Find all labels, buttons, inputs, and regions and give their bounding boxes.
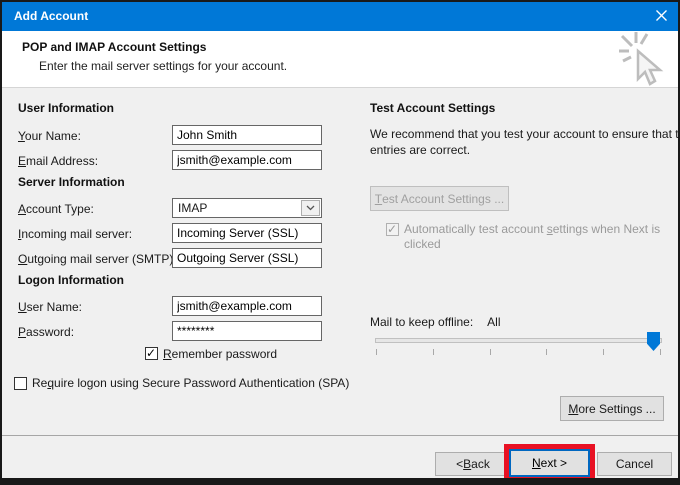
user-name-input[interactable]	[172, 296, 322, 316]
titlebar: Add Account	[2, 2, 678, 31]
page-subtitle: Enter the mail server settings for your …	[39, 59, 287, 73]
password-label: Password:	[18, 325, 74, 339]
incoming-server-label: Incoming mail server:	[18, 227, 132, 241]
slider-tick	[376, 349, 377, 355]
chevron-down-icon[interactable]	[301, 200, 320, 216]
slider-tick	[546, 349, 547, 355]
add-account-dialog: Add Account POP and IMAP Account Setting…	[0, 0, 680, 485]
offline-slider-track[interactable]	[375, 338, 662, 343]
wizard-header: POP and IMAP Account Settings Enter the …	[2, 31, 678, 88]
remember-password-label[interactable]: Remember password	[163, 347, 277, 362]
outgoing-server-input[interactable]	[172, 248, 322, 268]
test-account-settings-button: Test Account Settings ...	[370, 186, 509, 211]
user-name-label: User Name:	[18, 300, 82, 314]
mail-offline-value: All	[487, 315, 500, 329]
annotation-highlight: Next >	[504, 444, 595, 482]
page-title: POP and IMAP Account Settings	[22, 40, 206, 54]
slider-tick	[660, 349, 661, 355]
slider-tick	[433, 349, 434, 355]
account-type-label: Account Type:	[18, 202, 94, 216]
footer-divider	[2, 435, 678, 436]
slider-tick	[490, 349, 491, 355]
cancel-button[interactable]: Cancel	[597, 452, 672, 476]
slider-tick	[603, 349, 604, 355]
next-button[interactable]: Next >	[509, 449, 590, 477]
window-title: Add Account	[14, 2, 88, 31]
section-user-information: User Information	[18, 101, 114, 115]
close-icon	[656, 10, 667, 24]
mail-offline-row: Mail to keep offline: All	[370, 315, 501, 329]
password-input[interactable]	[172, 321, 322, 341]
section-test-account-settings: Test Account Settings	[370, 101, 495, 115]
auto-test-checkbox	[386, 223, 399, 236]
mail-offline-label: Mail to keep offline:	[370, 315, 473, 329]
auto-test-label: Automatically test account settings when…	[404, 222, 672, 252]
section-logon-information: Logon Information	[18, 273, 124, 287]
offline-slider-ticks	[376, 349, 661, 355]
email-address-label: Email Address:	[18, 154, 98, 168]
spa-checkbox[interactable]	[14, 377, 27, 390]
section-server-information: Server Information	[18, 175, 125, 189]
click-cursor-icon	[619, 32, 669, 90]
account-type-value: IMAP	[178, 201, 207, 215]
outgoing-server-label: Outgoing mail server (SMTP):	[18, 252, 177, 266]
more-settings-button[interactable]: More Settings ...	[560, 396, 664, 421]
spa-label[interactable]: Require logon using Secure Password Auth…	[32, 376, 362, 391]
test-description: We recommend that you test your account …	[370, 126, 680, 158]
back-button[interactable]: < Back	[435, 452, 511, 476]
remember-password-checkbox[interactable]	[145, 347, 158, 360]
incoming-server-input[interactable]	[172, 223, 322, 243]
your-name-input[interactable]	[172, 125, 322, 145]
close-button[interactable]	[644, 2, 678, 31]
your-name-label: Your Name:	[18, 129, 81, 143]
account-type-dropdown[interactable]: IMAP	[172, 198, 322, 218]
email-address-input[interactable]	[172, 150, 322, 170]
